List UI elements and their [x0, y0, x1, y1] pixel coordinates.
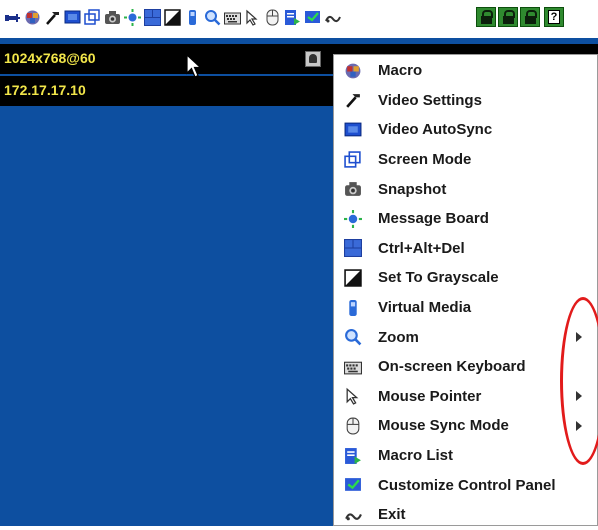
macro-icon: [344, 62, 362, 80]
menu-item-label: Screen Mode: [378, 151, 472, 169]
ctrl-alt-del-icon: [344, 239, 362, 258]
message-board-icon: [344, 209, 362, 228]
control-panel-menu: Macro Video Settings Video AutoSync Scre…: [333, 54, 598, 526]
menu-item-virtual-media[interactable]: Virtual Media: [334, 293, 597, 323]
mouse-pointer-icon: [344, 387, 362, 406]
video-settings-icon[interactable]: [44, 9, 61, 26]
menu-item-zoom[interactable]: Zoom: [334, 322, 597, 352]
menu-item-screen-mode[interactable]: Screen Mode: [334, 145, 597, 175]
menu-item-label: Ctrl+Alt+Del: [378, 239, 465, 257]
mouse-pointer-icon[interactable]: [244, 9, 261, 26]
mouse-sync-icon: [344, 417, 362, 435]
menu-item-customize-control-panel[interactable]: Customize Control Panel: [334, 470, 597, 500]
virtual-media-icon[interactable]: [184, 9, 201, 26]
menu-item-on-screen-keyboard[interactable]: On-screen Keyboard: [334, 352, 597, 382]
mouse-sync-icon[interactable]: [264, 9, 281, 26]
macro-list-icon: [344, 447, 362, 465]
menu-item-mouse-sync-mode[interactable]: Mouse Sync Mode: [334, 411, 597, 441]
menu-item-mouse-pointer[interactable]: Mouse Pointer: [334, 382, 597, 412]
menu-item-label: Exit: [378, 506, 406, 524]
menu-item-exit[interactable]: Exit: [334, 500, 597, 530]
menu-item-ctrl-alt-del[interactable]: Ctrl+Alt+Del: [334, 234, 597, 264]
exit-icon: [344, 506, 362, 524]
num-lock-icon[interactable]: [476, 7, 496, 27]
menu-item-snapshot[interactable]: Snapshot: [334, 174, 597, 204]
ip-address-text: 172.17.17.10: [4, 82, 86, 98]
screen-mode-icon: [344, 150, 362, 169]
menu-item-label: Mouse Sync Mode: [378, 417, 509, 435]
submenu-arrow-icon: [576, 420, 582, 431]
menu-item-set-to-grayscale[interactable]: Set To Grayscale: [334, 263, 597, 293]
grayscale-icon[interactable]: [164, 9, 181, 26]
mouse-cursor-icon: [186, 54, 203, 78]
menu-item-label: On-screen Keyboard: [378, 358, 526, 376]
macro-list-icon[interactable]: [284, 9, 301, 26]
menu-item-label: Mouse Pointer: [378, 387, 482, 405]
customize-icon[interactable]: [304, 9, 321, 26]
submenu-arrow-icon: [576, 332, 582, 343]
menu-item-label: Set To Grayscale: [378, 269, 499, 287]
menu-item-label: Video AutoSync: [378, 121, 493, 139]
keyboard-icon: [344, 358, 362, 376]
resolution-text: 1024x768@60: [4, 50, 96, 66]
control-panel-toolbar: ?: [0, 0, 598, 38]
menu-item-label: Customize Control Panel: [378, 476, 556, 494]
submenu-arrow-icon: [576, 391, 582, 402]
video-settings-icon: [344, 91, 362, 109]
menu-item-message-board[interactable]: Message Board: [334, 204, 597, 234]
pin-icon[interactable]: [4, 9, 21, 26]
macro-icon[interactable]: [24, 9, 41, 26]
menu-item-macro-list[interactable]: Macro List: [334, 441, 597, 471]
screen-mode-icon[interactable]: [84, 9, 101, 26]
menu-item-label: Macro List: [378, 447, 454, 465]
menu-item-video-autosync[interactable]: Video AutoSync: [334, 115, 597, 145]
menu-item-label: Virtual Media: [378, 299, 472, 317]
scroll-lock-icon[interactable]: [520, 7, 540, 27]
snapshot-icon[interactable]: [104, 9, 121, 26]
menu-item-label: Video Settings: [378, 91, 482, 109]
keyboard-icon[interactable]: [224, 9, 241, 26]
video-autosync-icon[interactable]: [64, 9, 81, 26]
message-board-icon[interactable]: [124, 9, 141, 26]
menu-item-label: Macro: [378, 62, 423, 80]
customize-icon: [344, 476, 362, 494]
menu-item-label: Message Board: [378, 210, 489, 228]
caps-lock-icon[interactable]: [498, 7, 518, 27]
virtual-media-icon: [344, 299, 362, 317]
help-icon: ?: [548, 10, 560, 24]
zoom-icon: [344, 328, 362, 346]
zoom-icon[interactable]: [204, 9, 221, 26]
menu-item-video-settings[interactable]: Video Settings: [334, 86, 597, 116]
exit-icon[interactable]: [324, 9, 341, 26]
menu-item-label: Snapshot: [378, 180, 447, 198]
video-autosync-icon: [344, 121, 362, 139]
snapshot-icon: [344, 180, 362, 198]
menu-item-macro[interactable]: Macro: [334, 56, 597, 86]
ctrl-alt-del-icon[interactable]: [144, 9, 161, 26]
user-icon: [305, 51, 321, 67]
grayscale-icon: [344, 269, 362, 287]
help-button[interactable]: ?: [544, 7, 564, 27]
menu-item-label: Zoom: [378, 328, 419, 346]
